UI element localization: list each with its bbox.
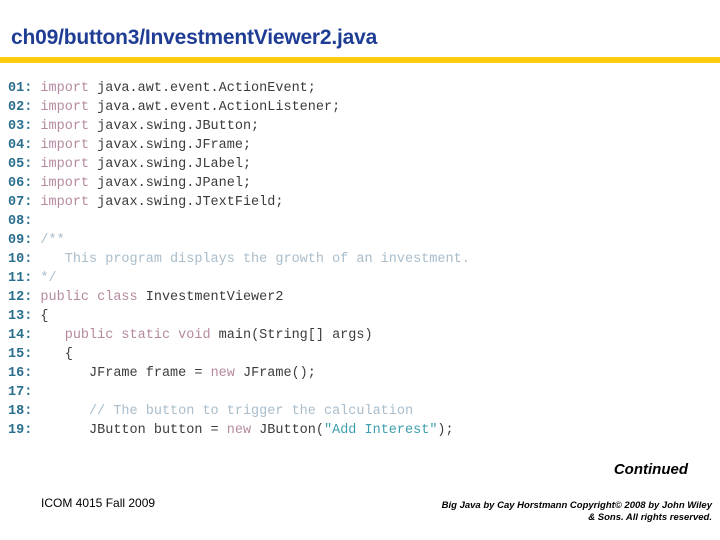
code-line-number: 17: (8, 385, 33, 400)
code-line: 01: import java.awt.event.ActionEvent; (8, 79, 712, 98)
code-line: 06: import javax.swing.JPanel; (8, 174, 712, 193)
code-token-keyword: import (40, 81, 90, 96)
code-line-number: 06: (8, 176, 33, 191)
code-line: 09: /** (8, 231, 712, 250)
code-line-number: 11: (8, 271, 33, 286)
code-token-keyword: import (40, 176, 90, 191)
code-token-keyword: new (210, 366, 235, 381)
code-token-plain: main(String[] args) (210, 328, 373, 343)
code-line-number: 01: (8, 81, 33, 96)
code-line-number: 03: (8, 119, 33, 134)
page-title: ch09/button3/InvestmentViewer2.java (11, 26, 378, 49)
code-line: 02: import java.awt.event.ActionListener… (8, 98, 712, 117)
code-gutter-gap (32, 214, 40, 229)
code-token-plain: javax.swing.JLabel; (89, 157, 252, 172)
code-token-comment: */ (40, 271, 57, 286)
code-line: 07: import javax.swing.JTextField; (8, 193, 712, 212)
code-token-plain: javax.swing.JPanel; (89, 176, 252, 191)
code-line: 08: (8, 212, 712, 231)
footer-copyright-line-2: & Sons. All rights reserved. (588, 512, 712, 523)
code-line: 18: // The button to trigger the calcula… (8, 402, 712, 421)
code-line-number: 05: (8, 157, 33, 172)
code-token-plain: ); (437, 423, 454, 438)
code-line: 17: (8, 383, 712, 402)
code-line: 14: public static void main(String[] arg… (8, 326, 712, 345)
code-token-keyword: import (40, 157, 90, 172)
code-line-number: 16: (8, 366, 33, 381)
code-line: 03: import javax.swing.JButton; (8, 117, 712, 136)
code-token-keyword: import (40, 100, 90, 115)
code-token-plain: JFrame frame = (40, 366, 211, 381)
code-line-number: 08: (8, 214, 33, 229)
code-token-keyword: import (40, 119, 90, 134)
code-token-plain: java.awt.event.ActionListener; (89, 100, 341, 115)
code-line-number: 07: (8, 195, 33, 210)
code-line: 12: public class InvestmentViewer2 (8, 288, 712, 307)
footer-course-label: ICOM 4015 Fall 2009 (41, 496, 156, 510)
code-token-plain: javax.swing.JFrame; (89, 138, 252, 153)
footer-copyright-line-1: Big Java by Cay Horstmann Copyright© 200… (441, 500, 712, 511)
code-token-comment: This program displays the growth of an i… (40, 252, 470, 267)
code-token-comment: // The button to trigger the calculation (40, 404, 414, 419)
code-token-plain: { (40, 347, 73, 362)
code-token-keyword: public static void (40, 328, 211, 343)
code-line-number: 04: (8, 138, 33, 153)
code-line: 11: */ (8, 269, 712, 288)
code-token-plain: javax.swing.JTextField; (89, 195, 284, 210)
footer-copyright: Big Java by Cay Horstmann Copyright© 200… (372, 500, 712, 524)
code-token-keyword: public class (40, 290, 138, 305)
code-token-keyword: new (226, 423, 252, 438)
code-token-plain: java.awt.event.ActionEvent; (89, 81, 316, 96)
code-line: 13: { (8, 307, 712, 326)
title-divider-rule (0, 57, 720, 63)
code-gutter-gap (32, 385, 40, 400)
code-line: 19: JButton button = new JButton("Add In… (8, 421, 712, 440)
continued-label: Continued (613, 461, 688, 478)
code-line-number: 10: (8, 252, 33, 267)
code-line-number: 15: (8, 347, 33, 362)
code-token-plain: InvestmentViewer2 (137, 290, 284, 305)
code-line-number: 13: (8, 309, 33, 324)
code-token-plain: JButton( (251, 423, 324, 438)
code-token-plain: { (40, 309, 49, 324)
code-line-number: 02: (8, 100, 33, 115)
code-token-comment: /** (40, 233, 65, 248)
code-token-string: "Add Interest" (324, 423, 438, 438)
code-line-number: 14: (8, 328, 33, 343)
code-token-plain: javax.swing.JButton; (89, 119, 260, 134)
code-line-number: 09: (8, 233, 33, 248)
code-line-number: 18: (8, 404, 33, 419)
code-line: 16: JFrame frame = new JFrame(); (8, 364, 712, 383)
code-line: 05: import javax.swing.JLabel; (8, 155, 712, 174)
code-token-keyword: import (40, 195, 90, 210)
code-token-plain: JFrame(); (234, 366, 316, 381)
code-line: 15: { (8, 345, 712, 364)
code-line-number: 19: (8, 423, 33, 438)
code-line: 04: import javax.swing.JFrame; (8, 136, 712, 155)
code-token-plain: JButton button = (40, 423, 227, 438)
code-listing: 01: import java.awt.event.ActionEvent; 02… (8, 79, 712, 440)
code-line-number: 12: (8, 290, 33, 305)
code-line: 10: This program displays the growth of … (8, 250, 712, 269)
code-token-keyword: import (40, 138, 90, 153)
